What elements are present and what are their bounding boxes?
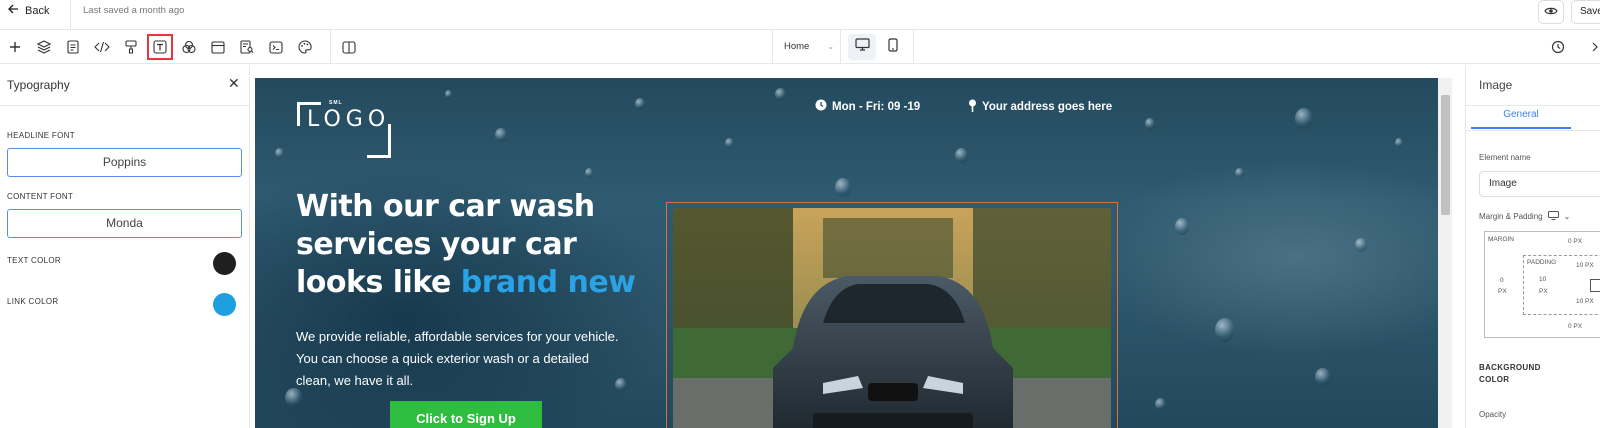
pages-icon[interactable] xyxy=(62,36,84,58)
hero-paragraph[interactable]: We provide reliable, affordable services… xyxy=(296,326,626,392)
seo-search-icon[interactable] xyxy=(236,36,258,58)
chevron-down-icon[interactable]: ⌄ xyxy=(1564,212,1571,221)
page-select-value: Home xyxy=(784,41,810,52)
divider xyxy=(70,0,71,29)
padding-bottom-value[interactable]: 10 PX xyxy=(1576,298,1594,305)
car-image[interactable] xyxy=(673,208,1111,428)
logo-text: LOGO xyxy=(307,107,391,132)
mobile-icon xyxy=(888,37,898,57)
divider xyxy=(1466,130,1600,131)
content-font-label: CONTENT FONT xyxy=(7,192,74,201)
divider xyxy=(772,30,773,64)
content-font-select[interactable]: Monda xyxy=(7,209,242,238)
layout-icon[interactable] xyxy=(207,36,229,58)
back-label: Back xyxy=(25,4,50,17)
canvas-scrollbar-thumb[interactable] xyxy=(1441,95,1450,215)
margin-padding-header: Margin & Padding ⌄ xyxy=(1479,211,1570,222)
margin-bottom-value[interactable]: 0 PX xyxy=(1568,323,1582,330)
content-box xyxy=(1590,279,1600,292)
desktop-icon xyxy=(854,38,870,56)
logo-small-text: SML xyxy=(329,100,343,106)
paint-roller-icon[interactable] xyxy=(120,36,142,58)
opacity-label: Opacity xyxy=(1479,410,1507,419)
margin-left-unit: PX xyxy=(1498,288,1507,295)
back-button[interactable]: Back xyxy=(8,4,49,17)
palette-icon[interactable] xyxy=(294,36,316,58)
background-color-label: BACKGROUND COLOR xyxy=(1479,363,1541,384)
margin-label: MARGIN xyxy=(1488,236,1514,243)
margin-top-value[interactable]: 0 PX xyxy=(1568,238,1582,245)
divider xyxy=(330,30,331,64)
margin-left-value[interactable]: 0 xyxy=(1500,277,1504,284)
margin-padding-label: Margin & Padding xyxy=(1479,212,1543,221)
clock-icon xyxy=(815,99,827,114)
sidebar-toggle-icon[interactable] xyxy=(338,36,360,58)
element-name-input[interactable]: Image xyxy=(1479,171,1600,197)
text-color-label: TEXT COLOR xyxy=(7,256,61,265)
text-color-swatch[interactable] xyxy=(213,252,236,275)
page-select[interactable]: Home ⌄ xyxy=(784,41,834,52)
padding-label: PADDING xyxy=(1527,259,1557,266)
tab-general[interactable]: General xyxy=(1471,109,1571,129)
headline-accent: brand new xyxy=(460,265,636,300)
eye-icon xyxy=(1544,3,1558,21)
desktop-icon[interactable] xyxy=(1547,211,1559,222)
address-text: Your address goes here xyxy=(982,101,1113,113)
chevron-down-icon: ⌄ xyxy=(827,42,835,51)
mobile-view-button[interactable] xyxy=(879,34,907,60)
headline-font-label: HEADLINE FONT xyxy=(7,131,75,140)
divider xyxy=(840,30,841,64)
layers-icon[interactable] xyxy=(33,36,55,58)
chevron-right-icon[interactable] xyxy=(1584,36,1600,58)
divider xyxy=(0,105,250,106)
page-canvas[interactable]: SML LOGO Mon - Fri: 09 -19 Your address … xyxy=(255,78,1440,428)
panel-title: Image xyxy=(1479,78,1513,92)
padding-top-value[interactable]: 10 PX xyxy=(1576,262,1594,269)
top-bar: Back Last saved a month ago Save xyxy=(0,0,1600,30)
desktop-view-button[interactable] xyxy=(848,34,876,60)
code-icon[interactable] xyxy=(91,36,113,58)
divider xyxy=(1466,105,1600,106)
logo[interactable]: SML LOGO xyxy=(297,100,393,158)
add-element-icon[interactable] xyxy=(4,36,26,58)
link-color-label: LINK COLOR xyxy=(7,297,59,306)
hours-text: Mon - Fri: 09 -19 xyxy=(832,100,921,113)
typography-panel: Typography ✕ HEADLINE FONT Poppins CONTE… xyxy=(0,65,250,428)
history-icon[interactable] xyxy=(1547,36,1569,58)
panel-title: Typography xyxy=(7,78,70,92)
element-properties-panel: Image General Element name Image Margin … xyxy=(1465,65,1600,428)
element-name-label: Element name xyxy=(1479,153,1531,162)
editor-toolbar: Home ⌄ xyxy=(0,30,1600,64)
map-pin-icon xyxy=(968,99,977,115)
divider xyxy=(913,30,914,64)
signup-cta-button[interactable]: Click to Sign Up xyxy=(390,401,542,428)
headline-font-select[interactable]: Poppins xyxy=(7,148,242,177)
link-color-swatch[interactable] xyxy=(213,293,236,316)
last-saved-status: Last saved a month ago xyxy=(83,5,185,16)
hero-headline[interactable]: With our car wash services your car look… xyxy=(296,188,656,302)
preview-button[interactable] xyxy=(1538,0,1564,24)
typography-icon[interactable] xyxy=(147,34,173,60)
terminal-icon[interactable] xyxy=(265,36,287,58)
save-button[interactable]: Save xyxy=(1571,0,1600,24)
colors-icon[interactable] xyxy=(178,36,200,58)
padding-left-value[interactable]: 10 xyxy=(1539,276,1546,283)
padding-left-unit: PX xyxy=(1539,288,1548,295)
hours-info: Mon - Fri: 09 -19 xyxy=(815,99,920,114)
arrow-left-icon xyxy=(8,4,19,17)
close-icon[interactable]: ✕ xyxy=(228,75,240,92)
address-info: Your address goes here xyxy=(968,99,1112,115)
